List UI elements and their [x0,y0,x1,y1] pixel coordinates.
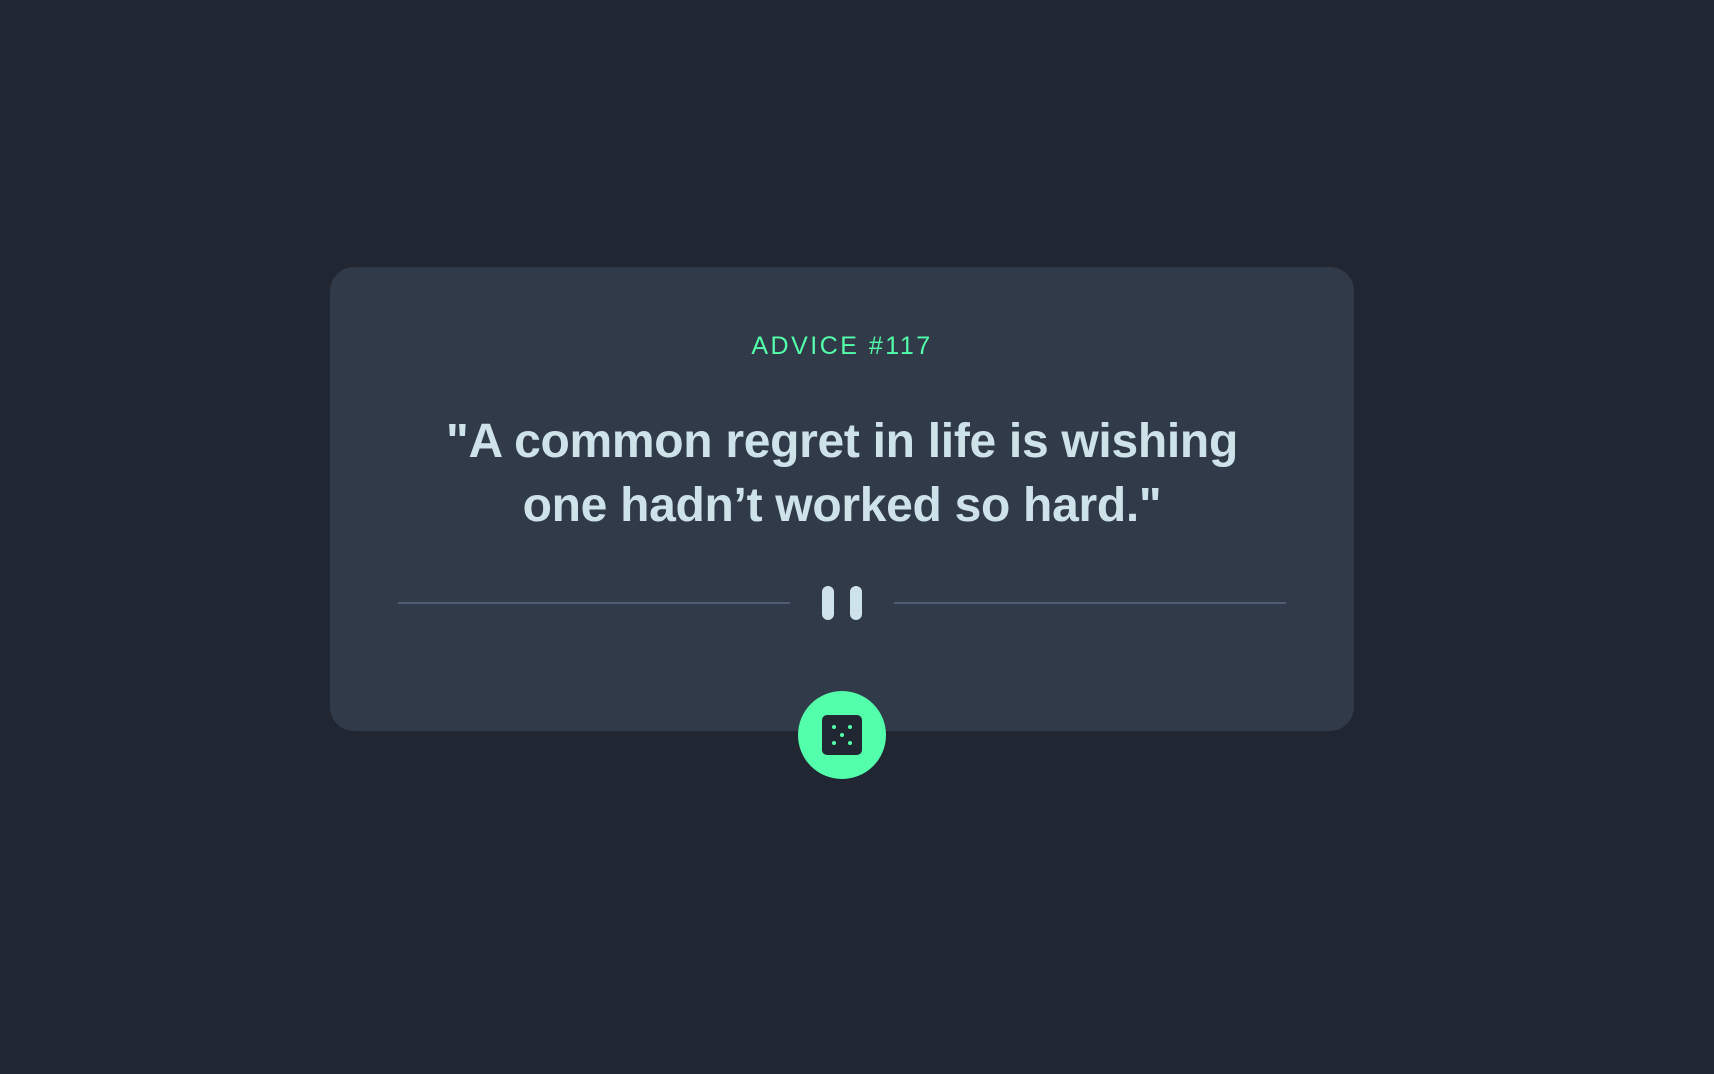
divider-line-right [894,602,1286,604]
advice-card: ADVICE #117 "A common regret in life is … [330,267,1354,731]
pause-icon [822,586,862,620]
divider-line-left [398,602,790,604]
divider [398,586,1286,620]
dice-icon [822,715,862,755]
advice-text: "A common regret in life is wishing one … [446,415,1238,532]
dice-button[interactable] [798,691,886,779]
advice-id: ADVICE #117 [751,332,933,360]
